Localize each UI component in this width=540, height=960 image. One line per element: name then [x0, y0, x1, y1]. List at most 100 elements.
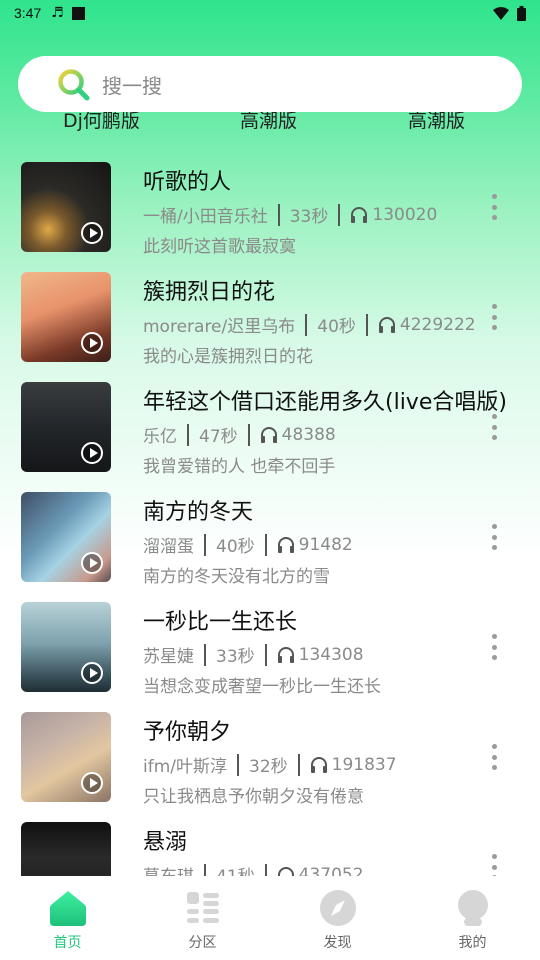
- song-duration: 33秒: [216, 647, 255, 667]
- song-item[interactable]: 南方的冬天 溜溜蛋 40秒 91482 南方的冬天没有北方的雪: [0, 482, 540, 592]
- song-artist: 溜溜蛋: [143, 537, 194, 557]
- divider: [365, 313, 368, 336]
- search-placeholder: 搜一搜: [102, 73, 162, 98]
- song-artist: 一桶/小田音乐社: [143, 207, 268, 227]
- song-cover[interactable]: [21, 162, 111, 252]
- play-icon[interactable]: [81, 332, 103, 354]
- song-duration: 33秒: [289, 207, 329, 227]
- play-icon[interactable]: [81, 222, 103, 244]
- music-note-icon: ♬: [51, 5, 64, 21]
- song-cover[interactable]: [21, 272, 111, 362]
- more-options-icon[interactable]: [486, 854, 502, 876]
- play-icon[interactable]: [81, 772, 103, 794]
- battery-icon: [517, 5, 526, 21]
- song-item[interactable]: 一秒比一生还长 苏星婕 33秒 134308 当想念变成奢望一秒比一生还长: [0, 592, 540, 702]
- search-bar[interactable]: 搜一搜: [18, 56, 522, 112]
- divider: [264, 643, 267, 666]
- song-title: 听歌的人: [143, 170, 232, 195]
- song-plays: 134308: [298, 644, 364, 665]
- headphone-icon: [277, 646, 294, 663]
- divider: [305, 313, 308, 336]
- song-cover[interactable]: [21, 382, 111, 472]
- song-cover[interactable]: [21, 492, 111, 582]
- headphone-icon: [277, 866, 294, 876]
- song-duration: 32秒: [249, 757, 288, 777]
- song-plays: 48388: [281, 424, 336, 445]
- headphone-icon: [378, 316, 395, 333]
- song-item[interactable]: 悬溺 葛东琪 41秒 437052: [0, 812, 540, 876]
- headphone-icon: [277, 536, 294, 553]
- song-title: 簇拥烈日的花: [143, 280, 276, 305]
- tab-label: 我的: [458, 935, 487, 951]
- song-item[interactable]: 予你朝夕 ifm/叶斯淳 32秒 191837 只让我栖息予你朝夕没有倦意: [0, 702, 540, 812]
- song-plays: 130020: [372, 204, 438, 225]
- song-title: 南方的冬天: [143, 500, 254, 525]
- headphone-icon: [351, 206, 368, 223]
- song-artist: ifm/叶斯淳: [143, 757, 227, 777]
- divider: [247, 423, 250, 446]
- song-item[interactable]: 听歌的人 一桶/小田音乐社 33秒 130020 此刻听这首歌最寂寞: [0, 152, 540, 262]
- tab-home[interactable]: 首页: [0, 876, 135, 960]
- song-artist: 葛东琪: [143, 862, 194, 876]
- song-description: 此刻听这首歌最寂寞: [143, 237, 296, 257]
- category-icon: [186, 892, 219, 923]
- tab-profile[interactable]: 我的: [405, 876, 540, 960]
- song-item[interactable]: 簇拥烈日的花 morerare/迟里乌布 40秒 4229222 我的心是簇拥烈…: [0, 262, 540, 372]
- song-description: 当想念变成奢望一秒比一生还长: [143, 677, 381, 697]
- song-description: 只让我栖息予你朝夕没有倦意: [143, 787, 364, 807]
- divider: [297, 753, 300, 776]
- song-cover[interactable]: [21, 712, 111, 802]
- song-artist: 乐亿: [143, 427, 177, 447]
- divider: [277, 203, 280, 226]
- wifi-icon: [493, 6, 509, 20]
- song-description: 南方的冬天没有北方的雪: [143, 567, 330, 587]
- more-options-icon[interactable]: [486, 414, 502, 440]
- divider: [264, 533, 267, 556]
- song-plays: 437052: [298, 864, 364, 877]
- song-plays: 4229222: [399, 314, 476, 335]
- song-duration: 40秒: [317, 317, 356, 337]
- play-icon[interactable]: [81, 552, 103, 574]
- status-time: 3:47: [14, 5, 42, 21]
- song-meta: 葛东琪 41秒 437052: [143, 862, 364, 876]
- song-artist: morerare/迟里乌布: [143, 317, 296, 337]
- more-options-icon[interactable]: [486, 524, 502, 550]
- divider: [338, 203, 341, 226]
- song-meta: 乐亿 47秒 48388: [143, 422, 336, 447]
- song-item[interactable]: 年轻这个借口还能用多久(live合唱版) 乐亿 47秒 48388 我曾爱错的人…: [0, 372, 540, 482]
- song-cover[interactable]: [21, 822, 111, 876]
- song-meta: 一桶/小田音乐社 33秒 130020: [143, 202, 437, 227]
- song-meta: morerare/迟里乌布 40秒 4229222: [143, 312, 476, 337]
- play-icon[interactable]: [81, 662, 103, 684]
- song-artist: 苏星婕: [143, 647, 194, 667]
- notification-square-icon: [71, 6, 85, 20]
- divider: [204, 863, 206, 876]
- divider: [204, 643, 206, 666]
- more-options-icon[interactable]: [486, 304, 502, 330]
- tab-category[interactable]: 分区: [135, 876, 270, 960]
- song-plays: 191837: [331, 754, 397, 775]
- song-duration: 41秒: [216, 862, 255, 876]
- divider: [204, 533, 206, 556]
- song-description: 我的心是簇拥烈日的花: [143, 347, 313, 367]
- song-title: 年轻这个借口还能用多久(live合唱版): [143, 390, 507, 415]
- search-icon: [58, 69, 90, 101]
- song-list: 听歌的人 一桶/小田音乐社 33秒 130020 此刻听这首歌最寂寞 簇拥烈日的…: [0, 152, 540, 876]
- song-cover[interactable]: [21, 602, 111, 692]
- song-title: 予你朝夕: [143, 720, 232, 745]
- play-icon[interactable]: [81, 442, 103, 464]
- tab-label: 发现: [323, 935, 352, 951]
- headphone-icon: [310, 756, 327, 773]
- divider: [187, 423, 189, 446]
- tab-label: 分区: [188, 935, 217, 951]
- tab-discover[interactable]: 发现: [270, 876, 405, 960]
- more-options-icon[interactable]: [486, 194, 502, 220]
- song-duration: 40秒: [216, 537, 255, 557]
- more-options-icon[interactable]: [486, 744, 502, 770]
- compass-icon: [319, 890, 356, 926]
- more-options-icon[interactable]: [486, 634, 502, 660]
- status-bar: 3:47 ♬: [0, 0, 540, 26]
- home-icon: [49, 891, 86, 926]
- song-meta: 溜溜蛋 40秒 91482: [143, 532, 353, 557]
- divider: [264, 863, 267, 876]
